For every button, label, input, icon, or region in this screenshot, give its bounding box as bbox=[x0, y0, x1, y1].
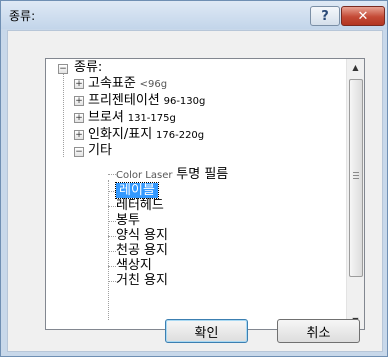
tree-connector bbox=[108, 191, 116, 192]
tree-item-rough[interactable]: 거친 용지 bbox=[116, 273, 168, 289]
tree-root-label: 종류: bbox=[74, 60, 103, 75]
collapse-icon[interactable]: − bbox=[58, 64, 68, 74]
tree-connector bbox=[108, 266, 116, 267]
close-icon: ✕ bbox=[357, 8, 369, 24]
ok-button[interactable]: 확인 bbox=[165, 319, 248, 343]
tree-node-brochure[interactable]: 브로셔 131-175g bbox=[88, 109, 176, 125]
tree-node-label: 인화지/표지 bbox=[88, 127, 153, 142]
cancel-button[interactable]: 취소 bbox=[277, 319, 360, 343]
scroll-up-icon[interactable]: ▲ bbox=[347, 59, 364, 76]
tree-item-letterhead[interactable]: 레터헤드 bbox=[116, 198, 164, 214]
tree-connector bbox=[108, 251, 116, 252]
collapse-icon[interactable]: − bbox=[74, 147, 84, 157]
title-bar: 종류: ? ✕ bbox=[1, 1, 387, 29]
tree-node-label: 고속표준 bbox=[88, 76, 136, 91]
tree-node-weight: <96g bbox=[139, 79, 168, 90]
expand-icon[interactable]: + bbox=[74, 79, 84, 89]
tree-node-weight: 96-130g bbox=[163, 96, 206, 107]
tree-item-transparency[interactable]: Color Laser 투명 필름 bbox=[116, 166, 228, 182]
tree-connector bbox=[108, 174, 116, 175]
thumb-grip bbox=[353, 175, 359, 176]
tree-item-label: 천공 용지 bbox=[116, 243, 168, 258]
tree-node-label: 브로셔 bbox=[88, 110, 124, 125]
help-icon: ? bbox=[321, 8, 329, 24]
thumb-grip bbox=[353, 172, 359, 173]
expand-icon[interactable]: + bbox=[74, 96, 84, 106]
tree-connector bbox=[108, 281, 116, 282]
tree-content: − 종류: + 고속표준 <96g + 프리젠테이션 96-130g + 브로셔 bbox=[46, 59, 346, 329]
tree-item-label: 봉투 bbox=[116, 213, 140, 228]
expand-icon[interactable]: + bbox=[74, 130, 84, 140]
tree-connector bbox=[108, 180, 109, 320]
tree-item-label: 색상지 bbox=[116, 258, 152, 273]
tree-node-label: 프리젠테이션 bbox=[88, 93, 160, 108]
tree-connector bbox=[108, 206, 116, 207]
close-button[interactable]: ✕ bbox=[341, 6, 385, 26]
tree-item-label: 거친 용지 bbox=[116, 273, 168, 288]
paper-type-tree[interactable]: − 종류: + 고속표준 <96g + 프리젠테이션 96-130g + 브로셔 bbox=[45, 58, 365, 330]
dialog-body: − 종류: + 고속표준 <96g + 프리젠테이션 96-130g + 브로셔 bbox=[7, 30, 383, 352]
tree-item-labels[interactable]: 레이블 bbox=[115, 182, 159, 199]
expand-icon[interactable]: + bbox=[74, 113, 84, 123]
window-title: 종류: bbox=[9, 9, 36, 23]
tree-node-other[interactable]: 기타 bbox=[88, 143, 112, 159]
tree-connector bbox=[108, 221, 116, 222]
tree-node-weight: 176-220g bbox=[156, 130, 205, 141]
ok-button-label: 확인 bbox=[194, 325, 219, 341]
tree-connector bbox=[63, 72, 64, 157]
tree-root[interactable]: 종류: bbox=[74, 60, 102, 76]
tree-item-label: 투명 필름 bbox=[176, 167, 229, 182]
tree-item-label: 양식 용지 bbox=[116, 228, 168, 243]
scroll-thumb[interactable] bbox=[349, 79, 363, 277]
tree-node-photo-cover[interactable]: 인화지/표지 176-220g bbox=[88, 126, 204, 142]
tree-item-preprinted[interactable]: 양식 용지 bbox=[116, 228, 168, 244]
tree-connector bbox=[108, 236, 116, 237]
tree-item-prefix: Color Laser bbox=[116, 170, 173, 181]
thumb-grip bbox=[353, 178, 359, 179]
tree-item-label: 레터헤드 bbox=[116, 198, 164, 213]
tree-node-high-speed[interactable]: 고속표준 <96g bbox=[88, 75, 167, 91]
tree-item-envelope[interactable]: 봉투 bbox=[116, 213, 140, 229]
tree-node-label: 기타 bbox=[88, 143, 112, 158]
tree-node-weight: 131-175g bbox=[127, 113, 176, 124]
paper-type-dialog: 종류: ? ✕ − 종류: + 고속표준 <96g + 프리젠테이션 96-13… bbox=[0, 0, 388, 357]
help-button[interactable]: ? bbox=[310, 6, 340, 26]
tree-item-prepunched[interactable]: 천공 용지 bbox=[116, 243, 168, 259]
tree-item-label: 레이블 bbox=[115, 182, 159, 199]
tree-scrollbar[interactable]: ▲ ▼ bbox=[346, 59, 364, 329]
tree-item-colored[interactable]: 색상지 bbox=[116, 258, 152, 274]
cancel-button-label: 취소 bbox=[306, 325, 331, 341]
tree-node-presentation[interactable]: 프리젠테이션 96-130g bbox=[88, 92, 205, 108]
